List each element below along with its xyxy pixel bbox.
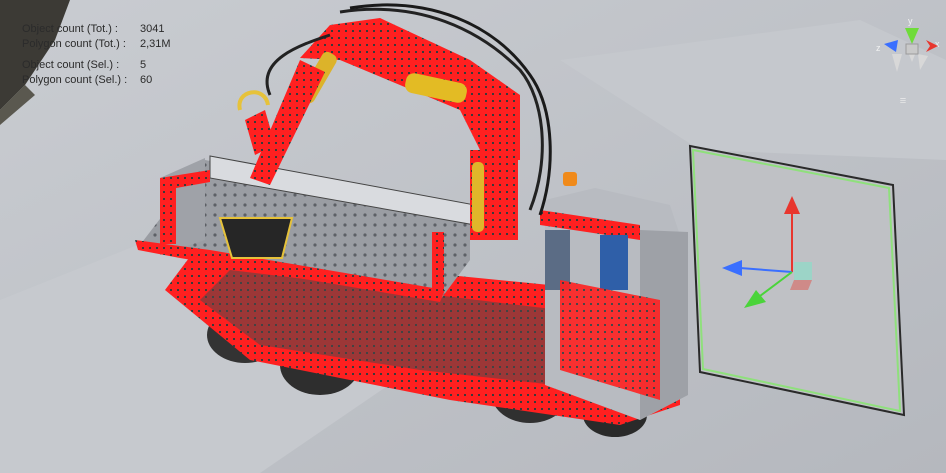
stat-value: 3041 xyxy=(140,23,165,35)
stat-value: 5 xyxy=(140,59,147,71)
gizmo-cone-neg[interactable] xyxy=(918,54,928,70)
stat-polygon-count-total: Polygon count (Tot.) : 2,31M xyxy=(22,37,171,52)
stat-label: Object count (Tot.) : xyxy=(22,23,118,35)
warning-beacon xyxy=(563,172,577,186)
hamburger-menu-icon[interactable]: ≡ xyxy=(896,96,910,107)
stat-value: 60 xyxy=(140,74,153,86)
scene-statistics: Object count (Tot.) : 3041 Polygon count… xyxy=(22,22,171,88)
truck-bed-post xyxy=(160,178,176,244)
crane-bucket xyxy=(218,217,294,259)
stat-polygon-count-selected: Polygon count (Sel.) : 60 xyxy=(22,73,171,88)
gizmo-label-x: x xyxy=(935,39,940,49)
truck-cabin-window xyxy=(545,230,570,290)
stat-value: 2,31M xyxy=(140,38,171,50)
crane-cylinder xyxy=(472,162,484,232)
stat-label: Polygon count (Tot.) : xyxy=(22,38,126,50)
orientation-gizmo-icon[interactable]: y z x xyxy=(872,14,942,84)
gizmo-cone-neg[interactable] xyxy=(892,54,902,72)
stat-label: Polygon count (Sel.) : xyxy=(22,74,128,86)
truck-bed-post xyxy=(432,232,444,292)
gizmo-label-z: z xyxy=(876,43,881,53)
stat-object-count-selected: Object count (Sel.) : 5 xyxy=(22,58,171,73)
gizmo-cone-y[interactable] xyxy=(905,28,919,44)
stat-label: Object count (Sel.) : xyxy=(22,59,120,71)
stat-object-count-total: Object count (Tot.) : 3041 xyxy=(22,22,171,37)
gizmo-center-cube[interactable] xyxy=(905,43,919,55)
truck-cabin-window xyxy=(600,235,628,290)
gizmo-label-y: y xyxy=(908,16,913,26)
transform-plane-handle[interactable] xyxy=(794,262,812,280)
gizmo-cone-z[interactable] xyxy=(884,40,898,52)
